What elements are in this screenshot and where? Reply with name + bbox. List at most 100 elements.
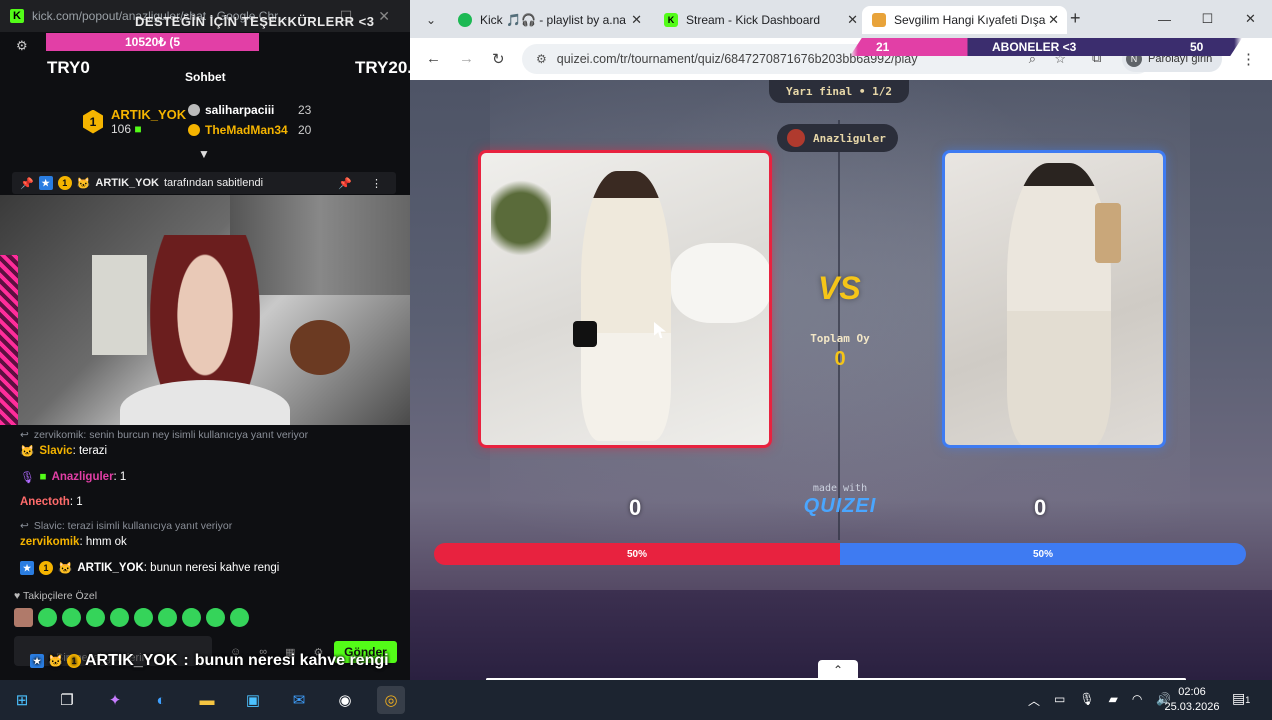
emote[interactable] xyxy=(38,608,57,627)
pin-icon: 📌 xyxy=(20,177,34,190)
emote[interactable] xyxy=(86,608,105,627)
teddy-bear xyxy=(290,320,350,375)
gift-icon: ■ xyxy=(134,122,142,136)
badge-icon xyxy=(188,104,200,116)
store-icon[interactable]: ▣ xyxy=(239,686,267,714)
obs-icon[interactable]: ◉ xyxy=(331,686,359,714)
tab-quizei[interactable]: Sevgilim Hangi Kıyafeti Dışa ✕ xyxy=(862,6,1067,34)
background-poster xyxy=(92,255,147,355)
top-gifter-count: 106 xyxy=(111,122,132,136)
emote-avatar[interactable] xyxy=(14,608,33,627)
notification-icon[interactable]: ▤1 xyxy=(1232,690,1250,707)
vip-badge-icon: ★ xyxy=(20,561,34,575)
quizei-logo[interactable]: QUIZEI xyxy=(790,495,890,518)
choice-card-left[interactable] xyxy=(478,150,772,448)
clock-time: 02:06 xyxy=(1178,686,1206,698)
tab-spotify[interactable]: Kick 🎵🎧 - playlist by a.na ✕ xyxy=(448,6,650,34)
windows-taskbar: ⊞ ❐ ✦ ◐ ▬ ▣ ✉ ◉ ◎ ︿ ▭ 🎙 ▰ ◠ 🔊 02:06 25.0… xyxy=(0,680,1272,720)
window-controls: — ☐ ✕ xyxy=(1143,0,1272,38)
tab-kick-dashboard[interactable]: K Stream - Kick Dashboard ✕ xyxy=(654,6,866,34)
emote[interactable] xyxy=(110,608,129,627)
chat-text: : 1 xyxy=(69,496,83,508)
leaderboard-name: saliharpaciii xyxy=(205,103,275,117)
chat-message: zervikomik: hmm ok xyxy=(20,536,127,548)
chat-user[interactable]: ARTIK_YOK xyxy=(77,562,143,574)
choice-card-right[interactable] xyxy=(942,150,1166,448)
emote[interactable] xyxy=(230,608,249,627)
back-icon[interactable]: ← xyxy=(426,50,441,67)
webcam-overlay xyxy=(0,195,410,425)
round-indicator: Yarı final • 1/2 xyxy=(769,80,909,103)
sofa xyxy=(671,243,769,323)
leaderboard-row[interactable]: TheMadMan34 20 xyxy=(188,123,311,137)
chevron-up-icon[interactable]: ︿ xyxy=(1028,692,1040,709)
chat-popout-window: K kick.com/popout/anazliguler/chat - Goo… xyxy=(0,0,410,680)
chrome-icon[interactable]: ◎ xyxy=(377,686,405,714)
score-right: 0 xyxy=(1034,495,1047,520)
creator-chip[interactable]: Anazliguler xyxy=(777,124,898,152)
camera-icon[interactable]: ▭ xyxy=(1054,692,1065,709)
chat-text: : hmm ok xyxy=(79,536,127,548)
close-tab-icon[interactable]: ✕ xyxy=(631,12,642,28)
emote[interactable] xyxy=(206,608,225,627)
file-explorer-icon[interactable]: ▬ xyxy=(193,686,221,714)
more-icon[interactable]: ⋮ xyxy=(371,177,382,190)
clock[interactable]: 02:06 25.03.2026 xyxy=(1164,685,1220,715)
leaderboard-row[interactable]: saliharpaciii 23 xyxy=(188,103,311,117)
emote-row xyxy=(14,608,249,627)
donation-goal-bar: 10520₺ (5 xyxy=(46,33,259,51)
copilot-icon[interactable]: ✦ xyxy=(101,686,129,714)
chat-message: 🐱 Slavic: terazi xyxy=(20,444,107,458)
new-tab-button[interactable]: + xyxy=(1070,8,1081,29)
chat-user[interactable]: zervikomik xyxy=(20,536,79,548)
rank-badge-icon: 1 xyxy=(57,176,72,190)
kebab-menu-icon[interactable]: ⋮ xyxy=(1241,50,1256,68)
emote[interactable] xyxy=(62,608,81,627)
chevron-up-icon[interactable]: ⌃ xyxy=(818,660,858,680)
leaderboard-count: 23 xyxy=(298,103,312,117)
emote[interactable] xyxy=(158,608,177,627)
battery-icon[interactable]: ▰ xyxy=(1109,692,1118,709)
expand-leaderboard-icon[interactable]: ▼ xyxy=(198,147,210,161)
kick-badge-icon: ■ xyxy=(39,471,47,483)
site-settings-icon[interactable]: ⚙ xyxy=(16,38,28,54)
browser-window: ⌄ Kick 🎵🎧 - playlist by a.na ✕ K Stream … xyxy=(410,0,1272,680)
pinned-message: 📌 ★ 1 🐱 ARTIK_YOK tarafından sabitlendi … xyxy=(12,172,396,194)
minimize-icon[interactable]: — xyxy=(1143,0,1186,38)
chat-reply-line: ↩ zervikomik: senin burcun ney isimli ku… xyxy=(20,429,308,441)
close-icon[interactable]: ✕ xyxy=(378,8,390,25)
reload-icon[interactable]: ↻ xyxy=(492,50,505,68)
badge-icon xyxy=(188,124,200,136)
forward-icon[interactable]: → xyxy=(459,50,474,67)
overlay-user: ARTIK_YOK xyxy=(84,652,178,669)
tab-title: Sevgilim Hangi Kıyafeti Dışa xyxy=(894,13,1046,27)
top-gifter-name[interactable]: ARTIK_YOK xyxy=(111,107,186,122)
tab-search-icon[interactable]: ⌄ xyxy=(420,10,442,30)
close-icon[interactable]: ✕ xyxy=(1229,0,1272,38)
chat-user[interactable]: Anectoth xyxy=(20,496,70,508)
sub-goal-label: ABONELER <3 xyxy=(992,40,1077,54)
microphone-icon[interactable]: 🎙 xyxy=(1079,692,1094,709)
close-tab-icon[interactable]: ✕ xyxy=(847,12,858,28)
quiz-page: Yarı final • 1/2 Anazliguler VS Toplam O… xyxy=(410,80,1272,680)
unpin-icon[interactable]: 📌 xyxy=(338,177,352,190)
reply-icon: ↩ xyxy=(20,429,29,441)
maximize-icon[interactable]: ☐ xyxy=(1186,0,1229,38)
wifi-icon[interactable]: ◠ xyxy=(1132,692,1142,709)
emote[interactable] xyxy=(182,608,201,627)
followers-only-label: ♥ Takipçilere Özel xyxy=(14,590,97,602)
plant xyxy=(491,163,551,273)
outlook-icon[interactable]: ✉ xyxy=(285,686,313,714)
close-tab-icon[interactable]: ✕ xyxy=(1048,12,1059,28)
kick-logo-icon: K xyxy=(10,9,24,23)
task-view-icon[interactable]: ❐ xyxy=(53,686,81,714)
chat-user[interactable]: Anazliguler xyxy=(52,471,114,483)
overlay-separator: : xyxy=(183,652,189,669)
edge-icon[interactable]: ◐ xyxy=(147,686,175,714)
kick-logo-icon: K xyxy=(664,13,678,27)
start-icon[interactable]: ⊞ xyxy=(8,686,36,714)
overlay-text: bunun neresi kahve rengi xyxy=(194,652,389,669)
site-info-icon[interactable]: ⚙ xyxy=(536,52,547,66)
emote[interactable] xyxy=(134,608,153,627)
chat-user[interactable]: Slavic xyxy=(39,445,72,457)
